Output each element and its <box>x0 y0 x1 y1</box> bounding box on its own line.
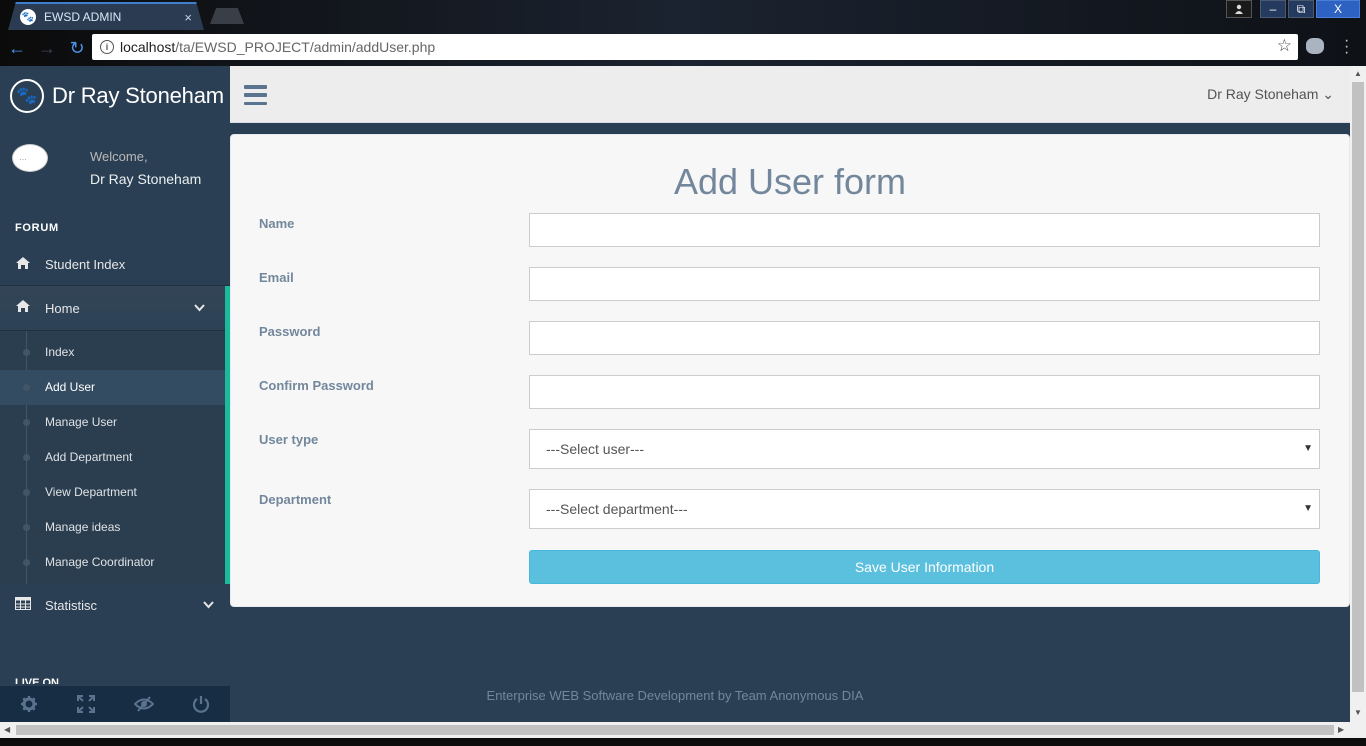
tab-title: EWSD ADMIN <box>44 10 122 24</box>
paw-icon: 🐾 <box>10 79 44 113</box>
sidebar-item-add-user[interactable]: Add User <box>0 370 225 405</box>
scroll-left-icon[interactable]: ◀ <box>4 725 10 734</box>
browser-tab[interactable]: 🐾 EWSD ADMIN × <box>8 2 204 30</box>
restore-button[interactable]: ⧉ <box>1288 0 1314 18</box>
scroll-up-icon[interactable]: ▲ <box>1354 69 1362 78</box>
close-window-button[interactable]: X <box>1316 0 1360 18</box>
browser-titlebar: 🐾 EWSD ADMIN × ‒ ⧉ X <box>0 0 1366 30</box>
name-label: Name <box>259 216 295 231</box>
password-label: Password <box>259 324 321 339</box>
profile-user-icon[interactable] <box>1226 0 1252 18</box>
email-label: Email <box>259 270 294 285</box>
reload-icon[interactable]: ↻ <box>64 38 90 59</box>
name-field[interactable] <box>529 213 1320 247</box>
sidebar-footer <box>0 686 230 722</box>
table-icon <box>15 596 35 614</box>
top-navigation: Dr Ray Stoneham ⌄ <box>230 66 1350 123</box>
profile-name: Dr Ray Stoneham <box>90 171 202 187</box>
admin-page: 🐾 Dr Ray Stoneham … Welcome, Dr Ray Ston… <box>0 66 1350 722</box>
profile-quick-info: … Welcome, Dr Ray Stoneham <box>0 126 230 214</box>
user-name: Dr Ray Stoneham <box>1207 86 1319 102</box>
home-submenu: Index Add User Manage User Add Departmen… <box>0 331 225 584</box>
vertical-scrollbar[interactable]: ▲ ▼ <box>1350 66 1366 722</box>
brand-name: Dr Ray Stoneham <box>52 83 224 108</box>
sidebar-item-view-department[interactable]: View Department <box>0 475 225 510</box>
sidebar-item-label: Statistisc <box>45 597 98 613</box>
confirm-password-label: Confirm Password <box>259 378 374 393</box>
user-type-select[interactable]: ---Select user--- ▼ <box>529 429 1320 469</box>
sidebar-item-manage-coordinator[interactable]: Manage Coordinator <box>0 545 225 580</box>
extension-icon[interactable] <box>1306 38 1324 54</box>
chevron-down-icon <box>194 301 205 315</box>
user-type-label: User type <box>259 432 319 447</box>
sidebar-item-label: Home <box>45 300 80 316</box>
window-controls: ‒ ⧉ X <box>1226 0 1360 18</box>
browser-toolbar: ← → ↻ i localhost/ta/EWSD_PROJECT/admin/… <box>0 30 1366 66</box>
minimize-button[interactable]: ‒ <box>1260 0 1286 18</box>
sidebar-item-manage-user[interactable]: Manage User <box>0 405 225 440</box>
sidebar-item-index[interactable]: Index <box>0 335 225 370</box>
tab-close-icon[interactable]: × <box>184 10 192 25</box>
back-arrow-icon[interactable]: ← <box>4 38 30 59</box>
user-type-value: ---Select user--- <box>546 441 645 457</box>
password-field[interactable] <box>529 321 1320 355</box>
power-icon[interactable] <box>173 686 231 722</box>
add-user-panel: Add User form Name Email Password Confir… <box>230 134 1350 607</box>
fullscreen-icon[interactable] <box>58 686 116 722</box>
forward-arrow-icon[interactable]: → <box>34 38 60 59</box>
department-select[interactable]: ---Select department--- ▼ <box>529 489 1320 529</box>
department-label: Department <box>259 492 332 507</box>
page-title: Add User form <box>231 161 1347 203</box>
star-icon[interactable]: ☆ <box>1277 36 1292 56</box>
eye-slash-icon[interactable] <box>115 686 173 722</box>
sidebar-item-statistics[interactable]: Statistisc <box>0 584 230 626</box>
horizontal-scroll-thumb[interactable] <box>16 725 1334 735</box>
user-profile-dropdown[interactable]: Dr Ray Stoneham ⌄ <box>1207 86 1334 103</box>
sidebar-item-add-department[interactable]: Add Department <box>0 440 225 475</box>
horizontal-scrollbar[interactable]: ◀ ▶ <box>0 722 1366 738</box>
menu-section-title: FORUM <box>15 222 59 234</box>
welcome-text: Welcome, <box>90 149 148 164</box>
sidebar: 🐾 Dr Ray Stoneham … Welcome, Dr Ray Ston… <box>0 66 230 722</box>
select-caret-icon: ▼ <box>1303 443 1313 454</box>
department-value: ---Select department--- <box>546 501 688 517</box>
new-tab-button[interactable] <box>210 8 244 24</box>
browser-menu-icon[interactable]: · · · <box>1344 33 1349 61</box>
menu-toggle-icon[interactable] <box>244 81 268 109</box>
os-taskbar <box>0 738 1366 746</box>
live-on-section-title: LIVE ON <box>15 678 60 684</box>
avatar: … <box>12 144 48 172</box>
sidebar-item-manage-ideas[interactable]: Manage ideas <box>0 510 225 545</box>
site-brand[interactable]: 🐾 Dr Ray Stoneham <box>0 66 230 126</box>
form-title-text: Add User form <box>673 161 907 202</box>
paw-favicon-icon: 🐾 <box>20 9 36 25</box>
scroll-down-icon[interactable]: ▼ <box>1354 708 1362 717</box>
chevron-down-icon <box>203 598 214 612</box>
url-host: localhost <box>120 39 176 55</box>
select-caret-icon: ▼ <box>1303 503 1313 514</box>
email-field[interactable] <box>529 267 1320 301</box>
page-footer: Enterprise WEB Software Development by T… <box>486 688 864 703</box>
confirm-password-field[interactable] <box>529 375 1320 409</box>
sidebar-item-label: Student Index <box>45 257 126 272</box>
scroll-right-icon[interactable]: ▶ <box>1338 725 1344 734</box>
gear-icon[interactable] <box>0 686 58 722</box>
info-icon[interactable]: i <box>100 40 114 54</box>
vertical-scroll-thumb[interactable] <box>1352 82 1364 692</box>
sidebar-item-student-index[interactable]: Student Index <box>0 244 230 286</box>
address-bar[interactable]: i localhost/ta/EWSD_PROJECT/admin/addUse… <box>92 34 1298 60</box>
sidebar-group-home: Home Index Add User Manage User Add Depa… <box>0 286 230 584</box>
home-icon <box>15 256 35 274</box>
sidebar-item-home[interactable]: Home <box>0 286 225 331</box>
url-path: /ta/EWSD_PROJECT/admin/addUser.php <box>175 39 436 55</box>
save-user-button[interactable]: Save User Information <box>529 550 1320 584</box>
home-icon <box>15 299 35 317</box>
chevron-down-icon: ⌄ <box>1322 86 1334 102</box>
